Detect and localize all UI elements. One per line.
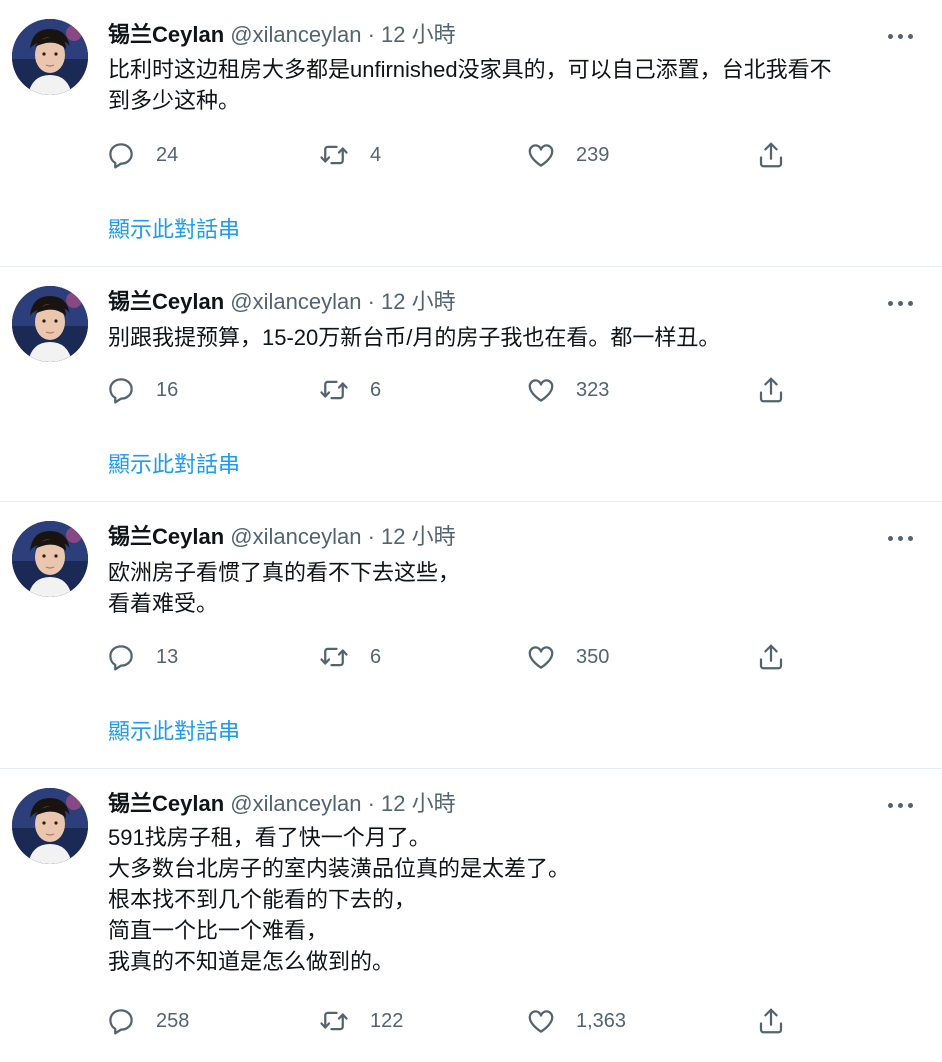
avatar[interactable] xyxy=(12,286,88,362)
user-handle[interactable]: @xilanceylan xyxy=(230,524,361,549)
user-handle[interactable]: @xilanceylan xyxy=(230,22,361,47)
share-button[interactable] xyxy=(756,641,786,673)
retweet-count: 6 xyxy=(370,378,382,401)
heart-icon xyxy=(526,140,556,170)
tweet-text-line: 别跟我提预算，15-20万新台币/月的房子我也在看。都一样丑。 xyxy=(108,325,721,350)
retweet-button[interactable]: 122 xyxy=(318,1005,403,1037)
separator-dot: · xyxy=(367,22,375,47)
tweet-time[interactable]: 12 小時 xyxy=(381,791,456,816)
like-count: 239 xyxy=(576,143,610,166)
tweet-text-line: 欧洲房子看惯了真的看不下去这些， xyxy=(108,560,461,585)
retweet-count: 4 xyxy=(370,143,382,166)
avatar[interactable] xyxy=(12,788,88,864)
tweet-text: 别跟我提预算，15-20万新台币/月的房子我也在看。都一样丑。 xyxy=(108,322,912,353)
tweet[interactable]: 锡兰Ceylan @xilanceylan · 12 小時 别跟我提预算，15-… xyxy=(0,267,942,501)
user-name[interactable]: 锡兰Ceylan xyxy=(108,791,224,816)
avatar[interactable] xyxy=(12,19,88,95)
tweet[interactable]: 锡兰Ceylan @xilanceylan · 12 小時 591找房子租，看了… xyxy=(0,769,942,1062)
tweet-time[interactable]: 12 小時 xyxy=(381,524,456,549)
retweet-icon xyxy=(318,375,350,405)
retweet-icon xyxy=(318,1006,350,1036)
tweet-actions: 258 122 1,363 xyxy=(106,1005,806,1037)
user-name[interactable]: 锡兰Ceylan xyxy=(108,289,224,314)
share-button[interactable] xyxy=(756,1005,786,1037)
reply-count: 24 xyxy=(156,143,179,166)
user-name[interactable]: 锡兰Ceylan xyxy=(108,524,224,549)
user-name[interactable]: 锡兰Ceylan xyxy=(108,22,224,47)
reply-count: 16 xyxy=(156,378,179,401)
share-icon xyxy=(756,140,786,170)
retweet-icon xyxy=(318,642,350,672)
separator-dot: · xyxy=(367,524,375,549)
tweet-time[interactable]: 12 小時 xyxy=(381,22,456,47)
retweet-icon xyxy=(318,140,350,170)
share-icon xyxy=(756,642,786,672)
heart-icon xyxy=(526,642,556,672)
like-button[interactable]: 350 xyxy=(526,641,609,673)
like-button[interactable]: 239 xyxy=(526,139,609,171)
retweet-count: 6 xyxy=(370,645,382,668)
show-thread-link[interactable]: 顯示此對話串 xyxy=(108,447,240,479)
tweet-actions: 24 4 239 xyxy=(106,139,806,171)
share-icon xyxy=(756,375,786,405)
heart-icon xyxy=(526,1006,556,1036)
reply-button[interactable]: 13 xyxy=(106,641,178,673)
share-button[interactable] xyxy=(756,374,786,406)
retweet-button[interactable]: 4 xyxy=(318,139,381,171)
more-icon[interactable] xyxy=(888,26,916,46)
tweet-text-line: 591找房子租，看了快一个月了。 xyxy=(108,825,431,850)
tweet-header: 锡兰Ceylan @xilanceylan · 12 小時 xyxy=(108,789,902,819)
tweet-actions: 13 6 350 xyxy=(106,641,806,673)
more-icon[interactable] xyxy=(888,528,916,548)
avatar[interactable] xyxy=(12,521,88,597)
tweet-text-line: 简直一个比一个难看， xyxy=(108,918,329,943)
reply-icon xyxy=(106,140,136,170)
reply-count: 13 xyxy=(156,645,179,668)
separator-dot: · xyxy=(367,289,375,314)
tweet-actions: 16 6 323 xyxy=(106,374,806,406)
tweet-header: 锡兰Ceylan @xilanceylan · 12 小時 xyxy=(108,20,902,50)
show-thread-link[interactable]: 顯示此對話串 xyxy=(108,212,240,244)
user-handle[interactable]: @xilanceylan xyxy=(230,289,361,314)
retweet-count: 122 xyxy=(370,1009,404,1032)
retweet-button[interactable]: 6 xyxy=(318,374,381,406)
reply-button[interactable]: 16 xyxy=(106,374,178,406)
reply-count: 258 xyxy=(156,1009,190,1032)
tweet-feed: 锡兰Ceylan @xilanceylan · 12 小時 比利时这边租房大多都… xyxy=(0,0,942,1062)
tweet-text-line: 根本找不到几个能看的下去的， xyxy=(108,887,417,912)
reply-button[interactable]: 258 xyxy=(106,1005,189,1037)
reply-icon xyxy=(106,642,136,672)
heart-icon xyxy=(526,375,556,405)
tweet-header: 锡兰Ceylan @xilanceylan · 12 小時 xyxy=(108,522,902,552)
tweet[interactable]: 锡兰Ceylan @xilanceylan · 12 小時 欧洲房子看惯了真的看… xyxy=(0,502,942,768)
retweet-button[interactable]: 6 xyxy=(318,641,381,673)
reply-icon xyxy=(106,1006,136,1036)
tweet-text-line: 我真的不知道是怎么做到的。 xyxy=(108,949,395,974)
share-button[interactable] xyxy=(756,139,786,171)
tweet-text-line: 大多数台北房子的室内装潢品位真的是太差了。 xyxy=(108,856,571,881)
user-handle[interactable]: @xilanceylan xyxy=(230,791,361,816)
tweet-text-line: 看着难受。 xyxy=(108,591,219,616)
tweet[interactable]: 锡兰Ceylan @xilanceylan · 12 小時 比利时这边租房大多都… xyxy=(0,0,942,266)
tweet-time[interactable]: 12 小時 xyxy=(381,289,456,314)
tweet-header: 锡兰Ceylan @xilanceylan · 12 小時 xyxy=(108,287,902,317)
show-thread-link[interactable]: 顯示此對話串 xyxy=(108,714,240,746)
tweet-text-line: 比利时这边租房大多都是unfirnished没家具的，可以自己添置，台北我看不 xyxy=(108,57,832,82)
more-icon[interactable] xyxy=(888,293,916,313)
tweet-text-line: 到多少这种。 xyxy=(108,88,241,113)
reply-button[interactable]: 24 xyxy=(106,139,178,171)
like-button[interactable]: 323 xyxy=(526,374,609,406)
tweet-text: 比利时这边租房大多都是unfirnished没家具的，可以自己添置，台北我看不 … xyxy=(108,54,912,116)
reply-icon xyxy=(106,375,136,405)
tweet-text: 欧洲房子看惯了真的看不下去这些， 看着难受。 xyxy=(108,557,912,619)
like-count: 350 xyxy=(576,645,610,668)
like-count: 1,363 xyxy=(576,1009,627,1032)
more-icon[interactable] xyxy=(888,795,916,815)
separator-dot: · xyxy=(367,791,375,816)
tweet-text: 591找房子租，看了快一个月了。 大多数台北房子的室内装潢品位真的是太差了。 根… xyxy=(108,822,912,977)
share-icon xyxy=(756,1006,786,1036)
like-count: 323 xyxy=(576,378,610,401)
like-button[interactable]: 1,363 xyxy=(526,1005,626,1037)
